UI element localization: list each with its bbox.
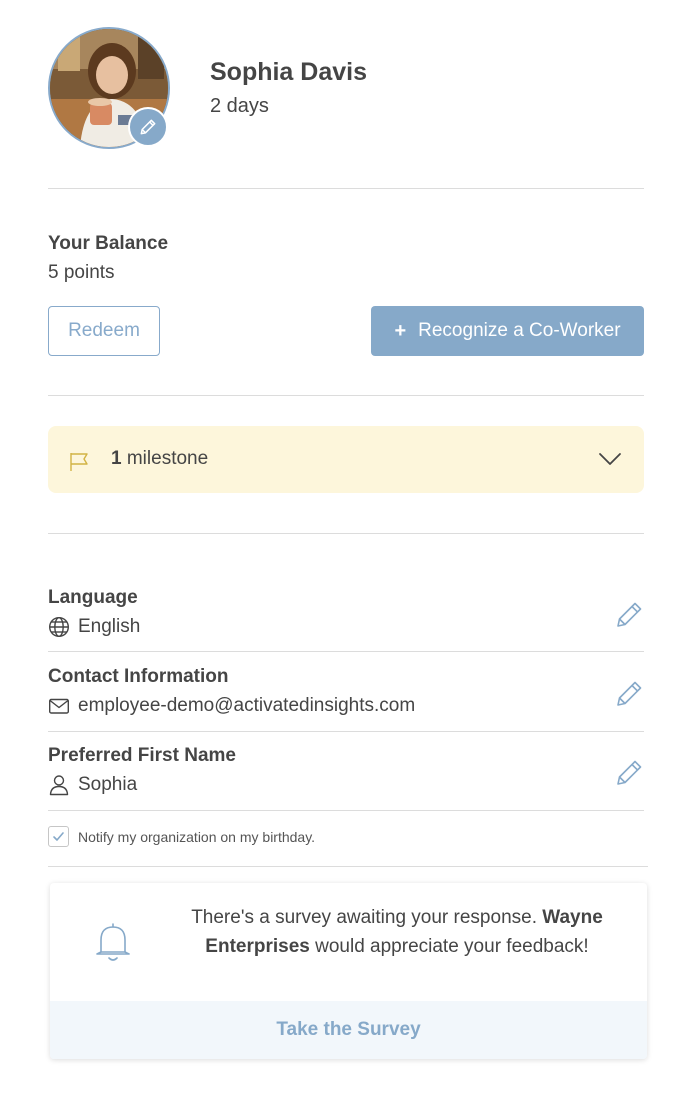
milestone-label: 1 milestone: [111, 448, 208, 470]
balance-value: 5 points: [48, 262, 115, 283]
divider: [48, 188, 644, 189]
pencil-icon: [140, 119, 156, 135]
plus-icon: +: [394, 319, 407, 342]
edit-preferred-name-pencil-icon[interactable]: [615, 757, 645, 787]
redeem-button[interactable]: Redeem: [48, 306, 160, 356]
survey-message-prefix: There's a survey awaiting your response.: [191, 907, 537, 928]
chevron-down-icon: [599, 453, 621, 465]
language-value: English: [78, 616, 141, 637]
contact-title: Contact Information: [48, 666, 229, 687]
divider: [48, 810, 644, 811]
milestone-accordion[interactable]: 1 milestone: [48, 426, 644, 493]
profile-name: Sophia Davis: [210, 58, 367, 86]
survey-message: There's a survey awaiting your response.…: [162, 903, 632, 961]
milestone-text: milestone: [126, 448, 209, 469]
contact-value: employee-demo@activatedinsights.com: [78, 695, 416, 716]
balance-title: Your Balance: [48, 233, 169, 254]
recognize-coworker-label: Recognize a Co-Worker: [418, 320, 621, 341]
profile-tenure: 2 days: [210, 95, 269, 117]
flag-icon: [70, 453, 88, 471]
preferred-name-value-row: Sophia: [48, 774, 137, 796]
recognize-coworker-button[interactable]: + Recognize a Co-Worker: [371, 306, 644, 356]
mail-icon: [49, 698, 70, 714]
language-setting: Language English: [48, 587, 644, 651]
divider: [48, 866, 648, 867]
divider: [48, 651, 644, 652]
birthday-label: Notify my organization on my birthday.: [78, 828, 316, 845]
divider: [48, 731, 644, 732]
milestone-count: 1: [111, 448, 122, 469]
contact-setting: Contact Information employee-demo@activa…: [48, 666, 644, 730]
preferred-name-setting: Preferred First Name Sophia: [48, 745, 644, 809]
globe-icon: [48, 616, 70, 638]
divider: [48, 395, 644, 396]
preferred-name-value: Sophia: [78, 774, 138, 795]
survey-card: There's a survey awaiting your response.…: [50, 883, 647, 1059]
avatar-container: [48, 27, 170, 149]
divider: [48, 533, 644, 534]
birthday-checkbox[interactable]: [48, 826, 69, 847]
contact-value-row: employee-demo@activatedinsights.com: [48, 695, 415, 717]
edit-contact-pencil-icon[interactable]: [615, 678, 645, 708]
birthday-option: Notify my organization on my birthday.: [48, 826, 315, 847]
checkmark-icon: [53, 832, 64, 841]
preferred-name-title: Preferred First Name: [48, 745, 236, 766]
user-icon: [49, 775, 69, 796]
bell-icon: [96, 923, 130, 961]
language-value-row: English: [48, 616, 140, 638]
survey-message-suffix: would appreciate your feedback!: [315, 936, 589, 957]
avatar-edit-button[interactable]: [128, 107, 168, 147]
edit-language-pencil-icon[interactable]: [615, 599, 645, 629]
profile-header: Sophia Davis 2 days: [48, 27, 644, 152]
take-survey-button[interactable]: Take the Survey: [50, 1001, 647, 1059]
language-title: Language: [48, 587, 138, 608]
